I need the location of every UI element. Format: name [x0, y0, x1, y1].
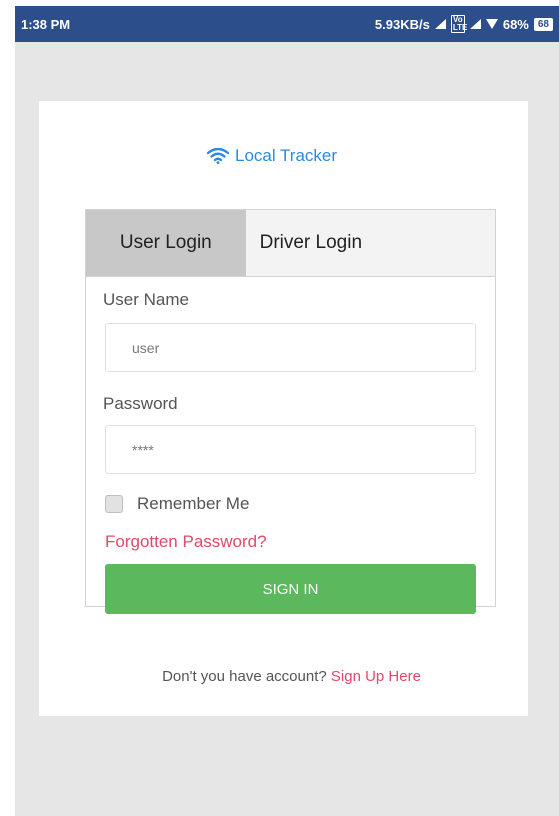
signal-icon: [434, 19, 446, 29]
brand-name: Local Tracker: [235, 146, 338, 165]
battery-percent: 68%: [502, 16, 529, 32]
wifi-icon: [207, 148, 229, 164]
status-bar: 1:38 PM 5.93KB/s Vo LTE 68% 68: [15, 6, 559, 42]
sign-up-link[interactable]: Sign Up Here: [331, 668, 421, 685]
signup-prompt-text: Don't you have account?: [162, 668, 327, 685]
username-input[interactable]: [105, 323, 476, 372]
login-tabs: User Login Driver Login: [86, 210, 495, 277]
status-icons: 5.93KB/s Vo LTE 68% 68: [375, 15, 553, 33]
login-form-container: User Login Driver Login User Name Passwo…: [85, 209, 496, 685]
tab-user-login[interactable]: User Login: [86, 210, 246, 276]
battery-icon: 68: [533, 17, 553, 31]
password-label: Password: [103, 394, 178, 413]
password-input[interactable]: [105, 425, 476, 474]
remember-me-label: Remember Me: [137, 494, 250, 513]
forgot-password-link[interactable]: Forgotten Password?: [105, 532, 267, 552]
signal-icon: [469, 19, 481, 29]
volte-icon: Vo LTE: [450, 15, 468, 33]
network-speed: 5.93KB/s: [374, 16, 430, 32]
remember-me-row: Remember Me: [105, 494, 249, 514]
wifi-icon: [485, 19, 498, 29]
signup-prompt-row: Don't you have account? Sign Up Here: [86, 668, 497, 685]
login-card: Local Tracker User Login Driver Login Us…: [39, 101, 528, 716]
tab-driver-login[interactable]: Driver Login: [245, 210, 495, 276]
brand-header: Local Tracker: [207, 146, 337, 166]
app-screen: 1:38 PM 5.93KB/s Vo LTE 68% 68 Local Trac…: [15, 6, 559, 816]
username-label: User Name: [103, 290, 189, 309]
status-time: 1:38 PM: [21, 16, 71, 32]
remember-me-checkbox[interactable]: [105, 495, 123, 513]
sign-in-button[interactable]: SIGN IN: [105, 564, 476, 614]
